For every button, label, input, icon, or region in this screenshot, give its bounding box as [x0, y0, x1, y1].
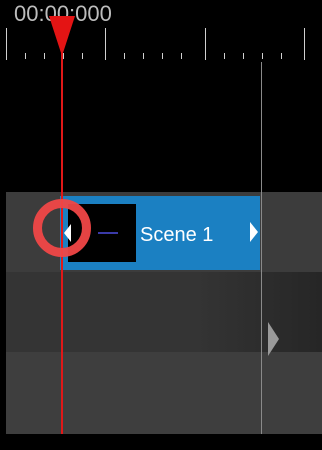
ruler-tick: [44, 53, 45, 59]
ruler-tick: [243, 53, 244, 59]
timeline-end-line: [261, 62, 262, 450]
thumbnail-line: [98, 232, 118, 234]
ruler-tick: [262, 53, 263, 59]
ruler-tick: [224, 53, 225, 59]
playhead-marker-icon[interactable]: [49, 16, 75, 56]
ruler-tick: [181, 53, 182, 59]
ruler-tick-major: [205, 28, 206, 60]
bottom-strip: [0, 434, 322, 450]
ruler-tick-major: [304, 28, 305, 60]
ruler-tick: [25, 53, 26, 59]
ruler-tick-major: [105, 28, 106, 60]
ruler-tick: [162, 53, 163, 59]
track-expand-arrow-icon[interactable]: [268, 322, 279, 356]
click-ring-icon: [33, 199, 91, 257]
clip-trim-right-icon[interactable]: [250, 222, 258, 242]
ruler-tick-major: [6, 28, 7, 60]
ruler-tick: [281, 53, 282, 59]
track-3[interactable]: [6, 352, 322, 434]
ruler-tick: [143, 53, 144, 59]
ruler-tick: [82, 53, 83, 59]
ruler-tick: [124, 53, 125, 59]
clip-label: Scene 1: [140, 224, 214, 246]
